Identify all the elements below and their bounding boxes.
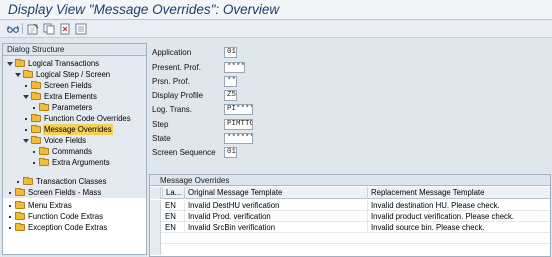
leaf-bullet-icon: [25, 129, 27, 131]
title-bar: Display View "Message Overrides": Overvi…: [0, 0, 552, 20]
table-row[interactable]: EN Invalid Prod. verification Invalid pr…: [150, 211, 550, 222]
select-all-cell[interactable]: [150, 187, 161, 199]
cell-language: EN: [165, 212, 176, 221]
toolbar-separator: [22, 23, 23, 34]
table-row-empty[interactable]: [150, 233, 550, 244]
expand-triangle-icon[interactable]: [7, 62, 13, 66]
leaf-bullet-icon: [33, 107, 35, 109]
expand-triangle-icon[interactable]: [15, 73, 21, 77]
state-label: State: [152, 134, 171, 143]
folder-icon: [15, 212, 25, 220]
folder-icon: [31, 125, 41, 133]
folder-icon: [31, 81, 41, 89]
cell-original-message: Invalid SrcBin verification: [184, 222, 367, 233]
cell-language: EN: [165, 201, 176, 210]
leaf-bullet-icon: [33, 162, 35, 164]
step-label: Step: [152, 120, 169, 129]
folder-icon: [15, 188, 25, 196]
logical-transaction-field[interactable]: PI****: [224, 104, 253, 115]
application-label: Application: [152, 48, 192, 57]
copy-icon[interactable]: [42, 22, 55, 35]
personalization-profile-field[interactable]: **: [224, 76, 237, 87]
cell-replacement-message: Invalid product verification. Please che…: [367, 211, 550, 222]
folder-icon: [39, 158, 49, 166]
display-profile-label: Display Profile: [152, 91, 204, 100]
folder-icon: [31, 114, 41, 122]
table-header-row: La... Original Message Template Replacem…: [150, 187, 550, 199]
display-change-icon[interactable]: [26, 22, 39, 35]
screen-sequence-label: Screen Sequence: [152, 148, 216, 157]
table-row[interactable]: EN Invalid SrcBin verification Invalid s…: [150, 222, 550, 233]
delete-icon[interactable]: [58, 22, 71, 35]
column-header-replacement-message[interactable]: Replacement Message Template: [367, 187, 550, 199]
folder-icon: [39, 147, 49, 155]
leaf-bullet-icon: [9, 216, 11, 218]
folder-icon: [23, 177, 33, 185]
presentation-profile-field[interactable]: ****: [224, 62, 245, 73]
column-header-original-message[interactable]: Original Message Template: [184, 187, 367, 199]
table-row-empty[interactable]: [150, 244, 550, 255]
column-header-language[interactable]: La...: [162, 187, 184, 199]
leaf-bullet-icon: [17, 181, 19, 183]
folder-open-icon: [31, 92, 41, 100]
folder-icon: [15, 201, 25, 209]
cell-replacement-message: Invalid destination HU. Please check.: [367, 200, 550, 211]
step-field[interactable]: PIMTTO: [224, 119, 253, 130]
folder-icon: [39, 103, 49, 111]
table-row[interactable]: EN Invalid DestHU verification Invalid d…: [150, 200, 550, 211]
display-profile-field[interactable]: Z5: [224, 90, 237, 101]
leaf-bullet-icon: [25, 85, 27, 87]
leaf-bullet-icon: [33, 151, 35, 153]
leaf-bullet-icon: [25, 118, 27, 120]
row-selector[interactable]: [150, 244, 161, 255]
select-all-icon[interactable]: [74, 22, 87, 35]
row-selector[interactable]: [150, 233, 161, 244]
dialog-structure-header: Dialog Structure: [3, 44, 146, 56]
expand-triangle-icon[interactable]: [23, 95, 29, 99]
row-selector[interactable]: [150, 211, 161, 222]
folder-open-icon: [23, 70, 33, 78]
window-title: Display View "Message Overrides": Overvi…: [8, 2, 280, 17]
state-field[interactable]: ******: [224, 133, 253, 144]
personalization-profile-label: Prsn. Prof.: [152, 77, 190, 86]
glasses-icon[interactable]: [6, 22, 19, 35]
folder-icon: [15, 223, 25, 231]
logical-transaction-label: Log. Trans.: [152, 105, 193, 114]
message-overrides-table: Message Overrides La... Original Message…: [149, 174, 551, 257]
cell-original-message: Invalid Prod. verification: [184, 211, 367, 222]
folder-open-icon: [15, 59, 25, 67]
leaf-bullet-icon: [9, 192, 11, 194]
row-selector[interactable]: [150, 222, 161, 233]
cell-original-message: Invalid DestHU verification: [184, 200, 367, 211]
presentation-profile-label: Present. Prof.: [152, 63, 201, 72]
folder-open-icon: [31, 136, 41, 144]
row-selector[interactable]: [150, 200, 161, 211]
dialog-structure-panel: Dialog Structure Logical Transactions Lo…: [2, 43, 147, 255]
leaf-bullet-icon: [9, 227, 11, 229]
expand-triangle-icon[interactable]: [23, 139, 29, 143]
cell-replacement-message: Invalid source bin. Please check.: [367, 222, 550, 233]
screen-sequence-field[interactable]: 01: [224, 147, 237, 158]
application-field[interactable]: 01: [224, 47, 237, 58]
table-caption: Message Overrides: [150, 175, 550, 186]
leaf-bullet-icon: [9, 205, 11, 207]
cell-language: EN: [165, 223, 176, 232]
application-toolbar: [0, 20, 552, 38]
